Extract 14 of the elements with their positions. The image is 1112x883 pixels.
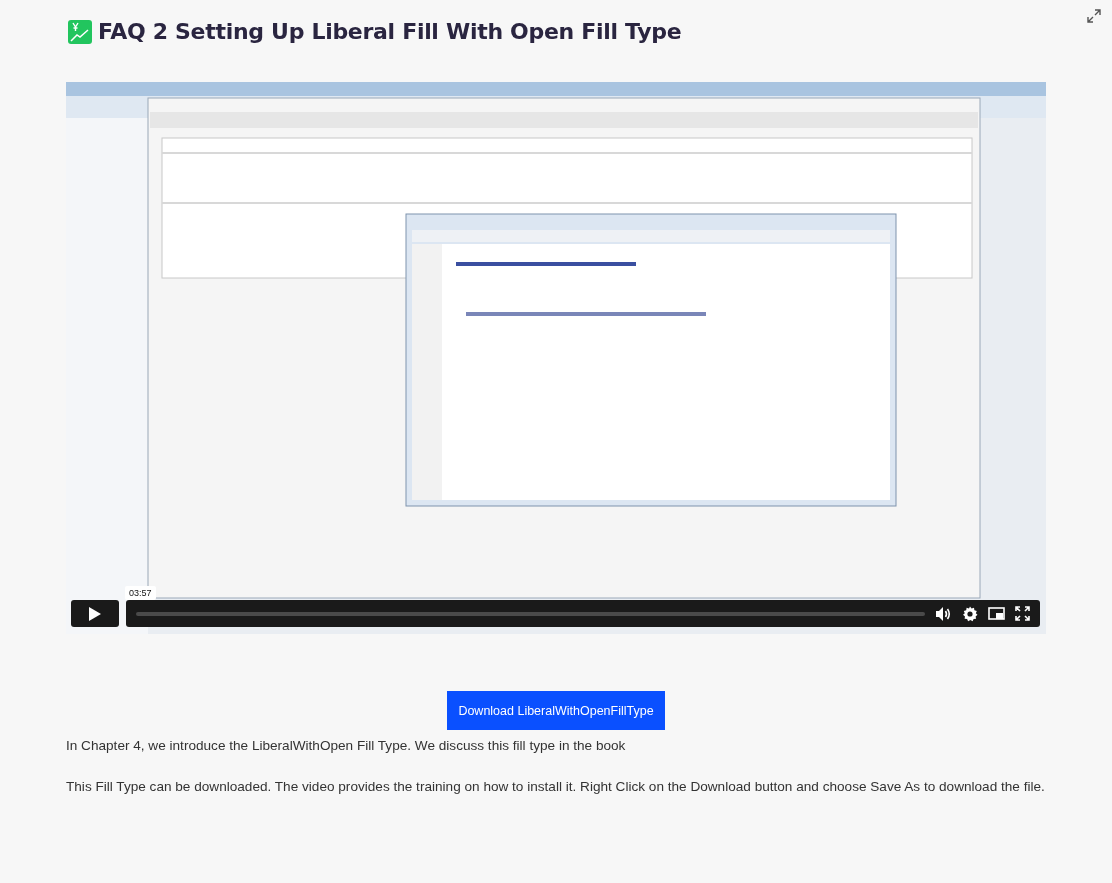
page-title: FAQ 2 Setting Up Liberal Fill With Open Fill Type <box>98 19 682 44</box>
download-button[interactable]: Download LiberalWithOpenFillType <box>447 691 665 730</box>
fullscreen-icon[interactable] <box>1015 606 1030 621</box>
volume-icon[interactable] <box>935 605 952 622</box>
time-tooltip: 03:57 <box>125 586 156 600</box>
paragraph: In Chapter 4, we introduce the LiberalWithOpen Fill Type. We discuss this fill type in the book <box>66 737 627 755</box>
expand-icon[interactable] <box>1086 8 1102 24</box>
chart-icon <box>68 19 92 44</box>
progress-track[interactable] <box>136 611 925 616</box>
play-icon <box>88 605 102 622</box>
settings-icon[interactable] <box>962 605 978 622</box>
play-button[interactable] <box>71 600 119 627</box>
paragraph: This Fill Type can be downloaded. The video provides the training on how to install it. Right Click on the Download button and choose Save As to download the file. <box>66 778 1046 796</box>
picture-in-picture-icon[interactable] <box>988 606 1005 621</box>
